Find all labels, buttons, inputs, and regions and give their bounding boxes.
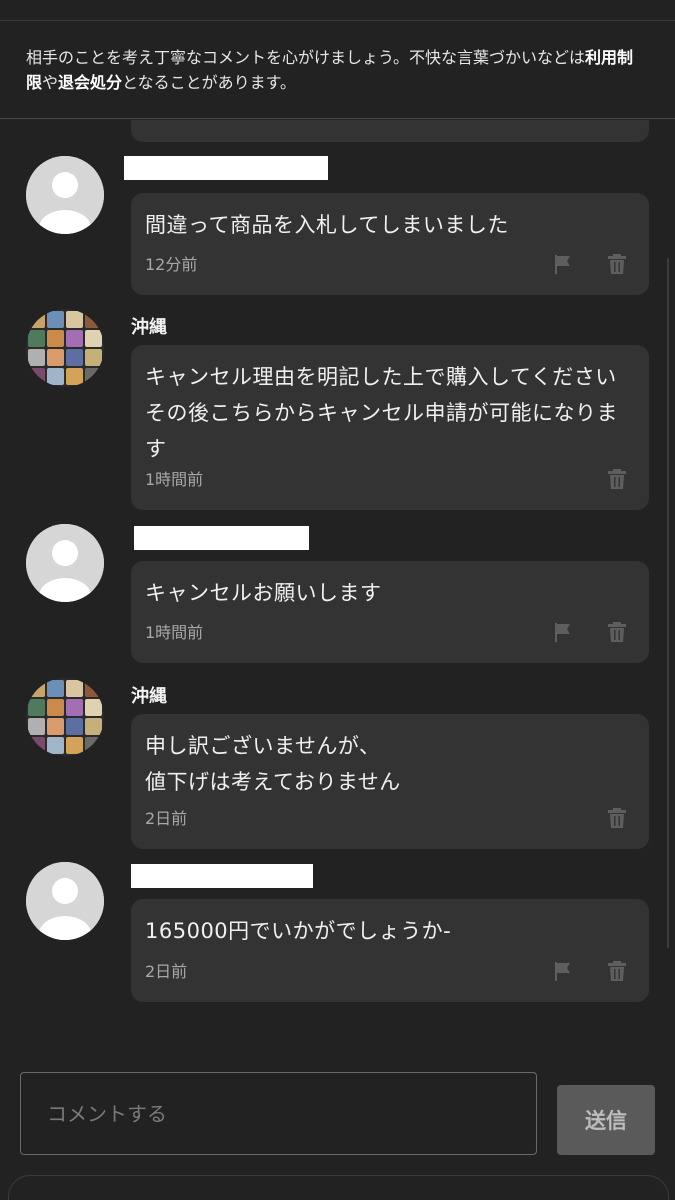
comment-list[interactable]: 間違って商品を入札してしまいました 12分前 沖縄 キャンセル理由を明記した上で… — [0, 120, 675, 1050]
notice-text-mid: や — [42, 73, 59, 92]
comment-time: 1時間前 — [145, 623, 204, 642]
seller-photo-avatar[interactable] — [26, 678, 104, 756]
comment-input[interactable] — [21, 1073, 536, 1154]
flag-icon[interactable] — [552, 253, 574, 275]
comment-text: 間違って商品を入札してしまいました — [145, 213, 509, 237]
default-avatar[interactable] — [26, 156, 104, 234]
comment-bubble: キャンセルお願いします 1時間前 — [131, 561, 649, 663]
comment-text: 申し訳ございませんが、 値下げは考えておりません — [145, 734, 401, 794]
notice-text-after: となることがあります。 — [122, 73, 296, 92]
trash-icon[interactable] — [606, 253, 628, 275]
comment-time: 1時間前 — [145, 470, 204, 489]
author-name-redacted — [134, 526, 309, 550]
trash-icon[interactable] — [606, 960, 628, 982]
scrollbar[interactable] — [667, 258, 669, 948]
trash-icon[interactable] — [606, 807, 628, 829]
product-collage-image — [26, 678, 104, 756]
trash-icon[interactable] — [606, 468, 628, 490]
previous-comment-bubble — [131, 120, 649, 142]
person-icon — [26, 524, 104, 602]
comment-text: キャンセル理由を明記した上で購入してください その後こちらからキャンセル申請が可… — [145, 365, 618, 461]
comment-text: キャンセルお願いします — [145, 581, 382, 605]
comment-bubble: 165000円でいかがでしょうか- 2日前 — [131, 899, 649, 1002]
flag-icon[interactable] — [552, 960, 574, 982]
default-avatar[interactable] — [26, 524, 104, 602]
comment-screen: 相手のことを考え丁寧なコメントを心がけましょう。不快な言葉づかいなどは利用制限や… — [0, 0, 675, 1200]
person-icon — [26, 862, 104, 940]
comment-time: 12分前 — [145, 255, 198, 274]
person-icon — [26, 156, 104, 234]
comment-policy-notice: 相手のことを考え丁寧なコメントを心がけましょう。不快な言葉づかいなどは利用制限や… — [0, 21, 675, 119]
send-button[interactable]: 送信 — [557, 1085, 655, 1155]
author-name[interactable]: 沖縄 — [131, 682, 167, 708]
comment-time: 2日前 — [145, 809, 188, 828]
top-bar — [0, 0, 675, 21]
comment-bubble: キャンセル理由を明記した上で購入してください その後こちらからキャンセル申請が可… — [131, 345, 649, 510]
author-name[interactable]: 沖縄 — [131, 313, 167, 339]
default-avatar[interactable] — [26, 862, 104, 940]
author-name-redacted — [124, 156, 328, 180]
bottom-sheet-edge — [8, 1175, 669, 1200]
notice-bold-withdrawal: 退会処分 — [58, 73, 123, 92]
notice-text-before: 相手のことを考え丁寧なコメントを心がけましょう。不快な言葉づかいなどは — [26, 48, 586, 67]
comment-bubble: 間違って商品を入札してしまいました 12分前 — [131, 193, 649, 295]
author-name-redacted — [131, 864, 313, 888]
comment-time: 2日前 — [145, 962, 188, 981]
trash-icon[interactable] — [606, 621, 628, 643]
seller-photo-avatar[interactable] — [26, 309, 104, 387]
flag-icon[interactable] — [552, 621, 574, 643]
comment-text: 165000円でいかがでしょうか- — [145, 919, 452, 943]
comment-bubble: 申し訳ございませんが、 値下げは考えておりません 2日前 — [131, 714, 649, 849]
comment-input-box[interactable] — [20, 1072, 537, 1155]
product-collage-image — [26, 309, 104, 387]
